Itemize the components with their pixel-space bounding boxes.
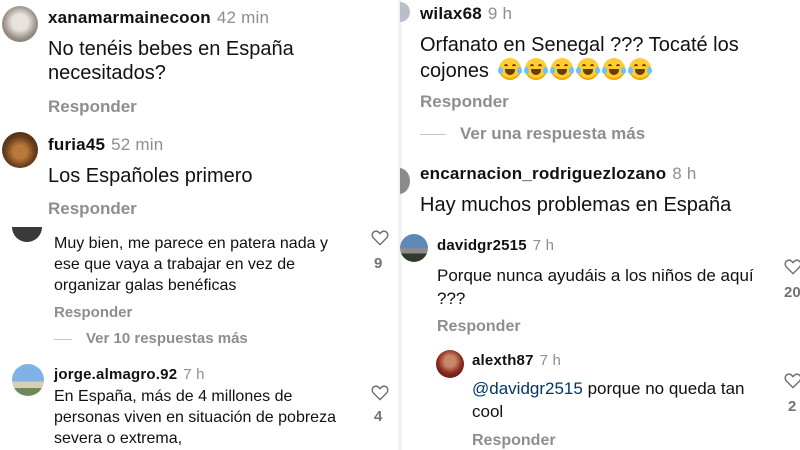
heart-outline-icon[interactable] bbox=[371, 229, 389, 246]
comment-time: 8 h bbox=[672, 164, 697, 183]
heart-outline-icon[interactable] bbox=[784, 258, 800, 275]
comment-username[interactable]: xanamarmainecoon 42 min bbox=[48, 8, 269, 28]
avatar[interactable] bbox=[12, 227, 42, 242]
comment-time: 42 min bbox=[216, 8, 270, 27]
view-more-replies[interactable]: Ver una respuesta más bbox=[420, 124, 645, 144]
left-comments-panel: xanamarmainecoon 42 min No tenéis bebes e… bbox=[0, 0, 400, 450]
reply-button[interactable]: Responder bbox=[437, 318, 521, 336]
comment-username[interactable]: wilax68 9 h bbox=[420, 4, 512, 24]
comment-text: Orfanato en Senegal ??? Tocaté los cojon… bbox=[420, 34, 739, 82]
face-with-tears-of-joy-emoji bbox=[495, 57, 652, 82]
avatar[interactable] bbox=[400, 234, 428, 262]
like-count[interactable]: 20 bbox=[784, 284, 800, 301]
like-count[interactable]: 4 bbox=[374, 408, 382, 425]
view-more-replies[interactable]: Ver 10 respuestas más bbox=[54, 330, 248, 347]
thread-line bbox=[420, 134, 446, 136]
like-count[interactable]: 2 bbox=[788, 398, 796, 415]
comment-time: 7 h bbox=[539, 352, 562, 369]
like-count[interactable]: 9 bbox=[374, 255, 382, 272]
comment-text: Hay muchos problemas en España bbox=[420, 194, 732, 216]
mention-link[interactable]: @davidgr2515 bbox=[472, 379, 583, 398]
comment-username[interactable]: jorge.almagro.92 7 h bbox=[54, 366, 205, 383]
reply-button[interactable]: Responder bbox=[48, 199, 137, 219]
heart-outline-icon[interactable] bbox=[784, 372, 800, 389]
comment-text: Porque nunca ayudáis a los niños de aquí… bbox=[437, 266, 754, 309]
avatar[interactable] bbox=[12, 364, 44, 396]
reply-button[interactable]: Responder bbox=[420, 92, 509, 112]
reply-button[interactable]: Responder bbox=[48, 97, 137, 117]
comment-time: 7 h bbox=[532, 237, 555, 254]
reply-button[interactable]: Responder bbox=[54, 304, 132, 321]
avatar[interactable] bbox=[400, 2, 410, 22]
comment-text: Los Españoles primero bbox=[48, 165, 253, 187]
comment-username[interactable]: encarnacion_rodriguezlozano 8 h bbox=[420, 164, 697, 184]
comment-text: Muy bien, me parece en patera nada y ese… bbox=[54, 235, 328, 294]
heart-outline-icon[interactable] bbox=[371, 384, 389, 401]
comment-text: En España, más de 4 millones de personas… bbox=[54, 388, 336, 447]
thread-line bbox=[54, 338, 72, 340]
avatar[interactable] bbox=[2, 132, 38, 168]
comment-username[interactable]: furia45 52 min bbox=[48, 135, 163, 155]
comment-time: 7 h bbox=[183, 366, 205, 383]
comment-text: No tenéis bebes en España necesitados? bbox=[48, 38, 294, 84]
reply-button[interactable]: Responder bbox=[472, 432, 556, 450]
avatar[interactable] bbox=[436, 350, 464, 378]
avatar[interactable] bbox=[400, 168, 410, 194]
comment-text: @davidgr2515 porque no queda tan cool bbox=[472, 379, 745, 421]
comment-time: 9 h bbox=[487, 4, 513, 23]
comment-username[interactable]: davidgr2515 7 h bbox=[437, 237, 554, 254]
right-comments-panel: wilax68 9 h Orfanato en Senegal ??? Tocat… bbox=[400, 0, 800, 450]
comment-time: 52 min bbox=[111, 135, 164, 154]
comment-username[interactable]: alexth87 7 h bbox=[472, 352, 561, 369]
avatar[interactable] bbox=[2, 6, 38, 42]
